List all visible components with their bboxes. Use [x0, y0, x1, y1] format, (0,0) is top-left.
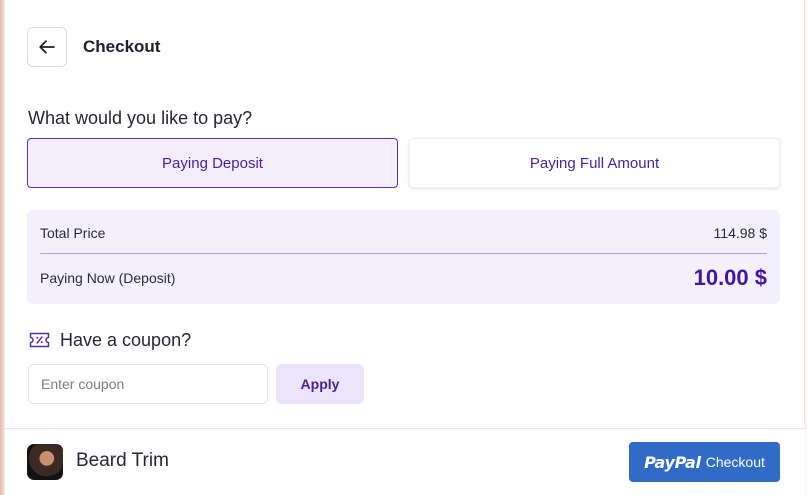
payment-question: What would you like to pay? [28, 108, 253, 128]
total-price-value: 114.98 $ [713, 225, 767, 241]
coupon-input[interactable] [28, 364, 268, 404]
arrow-left-icon [39, 40, 55, 54]
total-price-row: Total Price 114.98 $ [40, 222, 767, 244]
option-paying-deposit[interactable]: Paying Deposit [27, 138, 398, 188]
service-thumbnail [27, 444, 63, 480]
apply-coupon-button[interactable]: Apply [276, 364, 364, 404]
checkout-footer: Beard Trim PayPal Checkout [5, 428, 806, 495]
coupon-heading-text: Have a coupon? [60, 329, 192, 350]
header-bar: Checkout [27, 27, 160, 67]
coupon-heading: Have a coupon? [29, 328, 191, 352]
summary-divider [40, 253, 767, 254]
paypal-checkout-button[interactable]: PayPal Checkout [629, 442, 780, 482]
coupon-icon [29, 332, 50, 348]
option-paying-full-amount[interactable]: Paying Full Amount [409, 138, 780, 188]
service-name: Beard Trim [76, 450, 169, 471]
option-label: Paying Full Amount [529, 154, 660, 172]
paying-now-label: Paying Now (Deposit) [40, 270, 176, 286]
paypal-logo: PayPal [644, 452, 701, 472]
paying-now-value: 10.00 $ [693, 265, 767, 290]
page-title: Checkout [83, 37, 161, 56]
price-summary: Total Price 114.98 $ Paying Now (Deposit… [27, 210, 780, 304]
back-button[interactable] [27, 27, 67, 67]
checkout-panel: Checkout What would you like to pay? Pay… [4, 0, 806, 495]
option-label: Paying Deposit [162, 154, 263, 172]
paypal-button-label: Checkout [705, 454, 765, 470]
total-price-label: Total Price [40, 225, 106, 241]
paying-now-row: Paying Now (Deposit) 10.00 $ [40, 263, 767, 293]
